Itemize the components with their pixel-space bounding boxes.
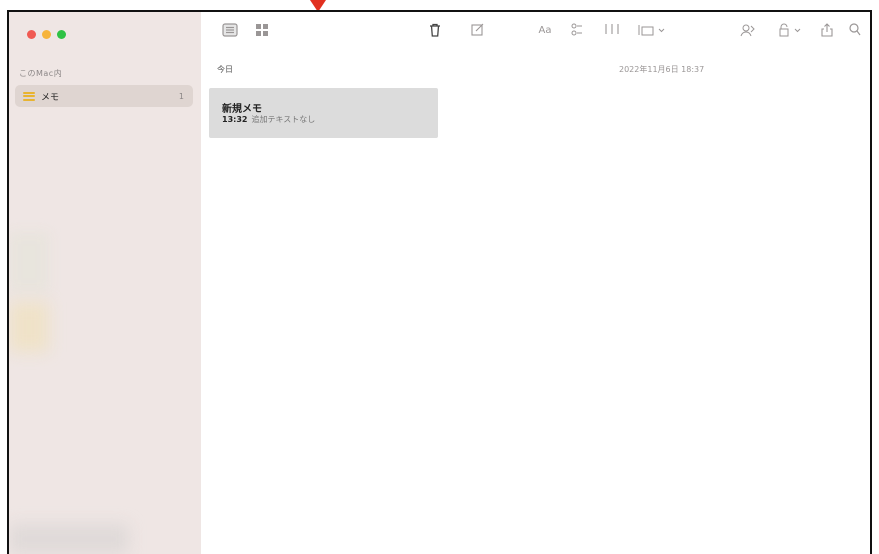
- search-icon[interactable]: [847, 23, 863, 39]
- sidebar-item-label: メモ: [41, 92, 60, 103]
- background-blur: [9, 524, 129, 554]
- note-date-header: 2022年11月6日 18:37: [619, 65, 705, 74]
- gallery-view-icon[interactable]: [253, 23, 271, 39]
- sidebar-item-notes[interactable]: メモ 1: [15, 85, 193, 107]
- list-icon: [23, 91, 35, 101]
- sidebar-item-count: 1: [178, 91, 184, 101]
- toolbar: Aa: [201, 12, 870, 52]
- share-icon[interactable]: [819, 23, 835, 39]
- list-view-icon[interactable]: [221, 23, 239, 39]
- list-item[interactable]: 新規メモ 13:32 追加テキストなし: [209, 88, 438, 138]
- lock-icon[interactable]: [777, 23, 807, 39]
- collaborate-icon[interactable]: [739, 23, 757, 39]
- media-icon[interactable]: [637, 23, 667, 39]
- sidebar: このMac内 メモ 1: [9, 12, 201, 554]
- background-blur: [9, 232, 49, 292]
- minimize-button[interactable]: [42, 30, 51, 39]
- zoom-button[interactable]: [57, 30, 66, 39]
- close-button[interactable]: [27, 30, 36, 39]
- window-controls: [27, 30, 66, 39]
- note-list-section-header: 今日: [217, 65, 233, 74]
- table-icon[interactable]: [603, 23, 621, 39]
- format-icon[interactable]: Aa: [535, 23, 555, 39]
- notes-window: このMac内 メモ 1 Aa 今日 2022年11月6日 18:37 新規メモ …: [7, 10, 872, 554]
- note-preview: 追加テキストなし: [251, 115, 316, 124]
- note-meta: 13:32 追加テキストなし: [222, 114, 315, 125]
- note-time: 13:32: [222, 115, 248, 124]
- background-blur: [9, 302, 49, 352]
- note-title: 新規メモ: [222, 104, 262, 115]
- sidebar-section-label: このMac内: [19, 69, 63, 78]
- compose-icon[interactable]: [469, 23, 485, 39]
- trash-icon[interactable]: [427, 23, 443, 39]
- checklist-icon[interactable]: [569, 23, 585, 39]
